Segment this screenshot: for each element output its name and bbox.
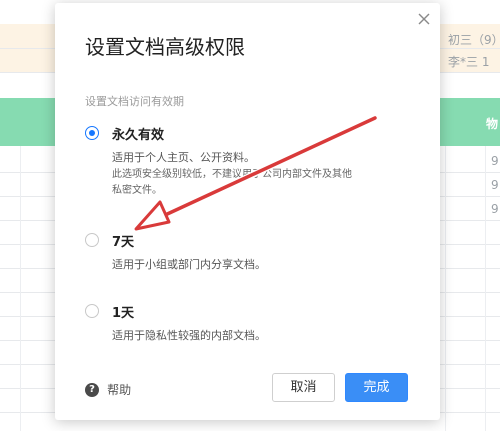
radio-7-days[interactable]	[85, 233, 99, 247]
option-title: 永久有效	[112, 128, 165, 143]
option-title: 7天	[112, 235, 135, 250]
radio-1-day[interactable]	[85, 304, 99, 318]
background-cell-value: 9	[491, 154, 499, 168]
option-description: 适用于隐私性较强的内部文档。	[112, 329, 266, 342]
grid-col-line	[445, 146, 446, 431]
grid-col-line	[485, 146, 486, 431]
background-cell-text: 李*三 1	[448, 55, 490, 69]
cancel-button[interactable]: 取消	[272, 373, 335, 402]
help-label: 帮助	[107, 383, 132, 397]
option-title: 1天	[112, 306, 135, 321]
question-circle-icon: ?	[85, 382, 99, 397]
close-icon	[418, 13, 430, 25]
grid-col-line	[20, 146, 21, 431]
background-cell-value: 9	[491, 202, 499, 216]
advanced-permission-dialog: 设置文档高级权限 设置文档访问有效期 永久有效 适用于个人主页、公开资料。 此选…	[55, 3, 440, 420]
dialog-title: 设置文档高级权限	[85, 35, 245, 59]
option-1-day[interactable]: 1天 适用于隐私性较强的内部文档。	[85, 302, 405, 344]
background-cell-value: 9	[491, 178, 499, 192]
validity-section-label: 设置文档访问有效期	[85, 95, 184, 108]
close-button[interactable]	[417, 12, 431, 26]
background-header-text: 物	[486, 117, 499, 131]
help-link[interactable]: ? 帮助	[85, 379, 131, 398]
option-permanent[interactable]: 永久有效 适用于个人主页、公开资料。 此选项安全级别较低，不建议用于公司内部文件…	[85, 124, 405, 196]
option-warning-note: 此选项安全级别较低，不建议用于公司内部文件及其他私密文件。	[112, 169, 352, 196]
background-cell-text: 初三（9）	[448, 33, 500, 47]
option-description: 适用于小组或部门内分享文档。	[112, 258, 266, 271]
done-button[interactable]: 完成	[345, 373, 408, 402]
option-7-days[interactable]: 7天 适用于小组或部门内分享文档。	[85, 231, 405, 273]
option-description: 适用于个人主页、公开资料。	[112, 151, 255, 164]
radio-permanent[interactable]	[85, 126, 99, 140]
